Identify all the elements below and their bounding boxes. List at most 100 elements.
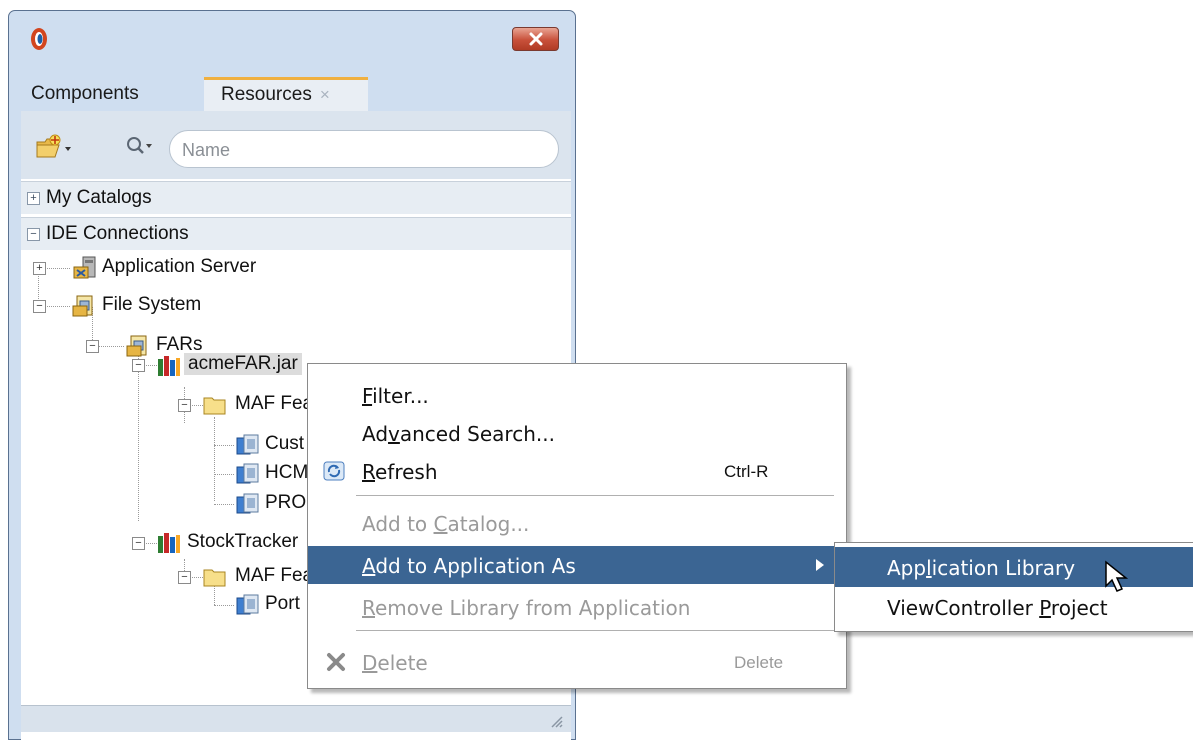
tree-connector bbox=[144, 543, 157, 544]
tab-resources[interactable]: Resources × bbox=[204, 77, 368, 111]
tree-connector bbox=[144, 365, 157, 366]
mnemonic: R bbox=[362, 596, 375, 620]
tree-item-acmefar-jar[interactable]: acmeFAR.jar bbox=[184, 353, 302, 375]
mnemonic: F bbox=[362, 384, 373, 408]
tree-connector bbox=[98, 346, 124, 347]
tree-connector bbox=[214, 417, 215, 501]
tree-connector bbox=[138, 347, 139, 521]
menu-item-add-to-catalog: Add to Catalog... bbox=[308, 504, 846, 542]
menu-label: efresh bbox=[375, 460, 438, 484]
mnemonic: A bbox=[362, 554, 376, 578]
menu-label: Ad bbox=[362, 422, 389, 446]
tree-connector bbox=[44, 306, 70, 307]
panel-tabs: Components Resources × bbox=[21, 77, 569, 111]
tree-connector bbox=[190, 577, 203, 578]
tree-expand-icon[interactable]: + bbox=[33, 262, 46, 275]
tab-components-label: Components bbox=[31, 83, 139, 104]
menu-item-advanced-search[interactable]: Advanced Search... bbox=[308, 414, 846, 452]
toolbar: Name bbox=[21, 111, 571, 179]
folder-icon bbox=[203, 397, 226, 415]
close-icon bbox=[529, 32, 542, 46]
feature-file-icon bbox=[236, 463, 259, 484]
search-input[interactable]: Name bbox=[169, 130, 559, 168]
menu-label: ication Library bbox=[931, 556, 1076, 580]
tree-item-maf-features-2[interactable]: MAF Fea bbox=[235, 565, 313, 587]
mouse-cursor-icon bbox=[1105, 560, 1129, 592]
submenu-item-application-library[interactable]: Application Library bbox=[835, 547, 1193, 587]
close-window-button[interactable] bbox=[512, 27, 559, 51]
feature-file-icon bbox=[236, 493, 259, 514]
mnemonic: R bbox=[362, 460, 375, 484]
menu-label: ViewController bbox=[887, 596, 1040, 620]
menu-label: roject bbox=[1050, 596, 1108, 620]
new-connection-icon[interactable] bbox=[35, 133, 75, 161]
folder-icon bbox=[203, 569, 226, 587]
menu-label: Add to bbox=[362, 512, 434, 536]
submenu-item-viewcontroller-project[interactable]: ViewController Project bbox=[835, 587, 1193, 627]
section-my-catalogs[interactable]: + My Catalogs bbox=[21, 181, 571, 214]
submenu-add-to-application: Application Library ViewController Proje… bbox=[834, 542, 1193, 632]
menu-separator bbox=[356, 630, 834, 631]
mnemonic: C bbox=[433, 512, 448, 536]
menu-label: emove Library from Application bbox=[375, 596, 691, 620]
tree-item-cust[interactable]: Cust bbox=[265, 433, 304, 455]
mnemonic: P bbox=[1039, 596, 1051, 620]
tree-collapse-icon[interactable]: − bbox=[132, 537, 145, 550]
search-placeholder: Name bbox=[182, 140, 231, 160]
menu-item-delete: Delete Delete bbox=[308, 643, 846, 681]
tree-item-hcm[interactable]: HCM bbox=[265, 462, 308, 484]
tree-connector bbox=[214, 605, 234, 606]
resize-grip-icon[interactable] bbox=[547, 712, 563, 728]
context-menu: Filter... Advanced Search... Refresh Ctr… bbox=[307, 363, 847, 689]
tree-connector bbox=[214, 504, 234, 505]
tree-connector bbox=[214, 445, 234, 446]
tab-close-icon[interactable]: × bbox=[320, 85, 330, 104]
tree-connector bbox=[44, 268, 70, 269]
tree-collapse-icon[interactable]: − bbox=[132, 359, 145, 372]
section-ide-connections[interactable]: − IDE Connections bbox=[21, 217, 571, 250]
shortcut-label: Delete bbox=[734, 653, 784, 672]
jdeveloper-logo-icon bbox=[31, 28, 47, 50]
menu-item-add-to-application-as[interactable]: Add to Application As bbox=[308, 546, 846, 584]
refresh-icon bbox=[323, 461, 345, 481]
tab-components[interactable]: Components bbox=[31, 77, 139, 111]
library-jar-icon bbox=[158, 356, 180, 376]
tree-collapse-icon[interactable]: − bbox=[178, 571, 191, 584]
tree-collapse-icon[interactable]: − bbox=[33, 300, 46, 313]
menu-label: elete bbox=[377, 651, 428, 675]
section-label: IDE Connections bbox=[46, 223, 189, 244]
menu-label: ilter... bbox=[372, 384, 429, 408]
feature-file-icon bbox=[236, 434, 259, 455]
menu-label: anced Search... bbox=[399, 422, 555, 446]
folder-connection-icon bbox=[126, 335, 147, 357]
collapse-icon[interactable]: − bbox=[27, 228, 40, 241]
search-options-icon[interactable] bbox=[125, 135, 167, 159]
tree-item-file-system[interactable]: File System bbox=[102, 294, 201, 316]
tab-resources-label: Resources bbox=[221, 84, 312, 105]
tree-item-application-server[interactable]: Application Server bbox=[102, 256, 256, 278]
menu-item-refresh[interactable]: Refresh Ctrl-R bbox=[308, 452, 846, 490]
tree-collapse-icon[interactable]: − bbox=[178, 399, 191, 412]
library-jar-icon bbox=[158, 533, 180, 553]
submenu-arrow-icon bbox=[816, 559, 824, 571]
delete-icon bbox=[327, 653, 345, 671]
tree-connector bbox=[190, 405, 203, 406]
mnemonic: D bbox=[362, 651, 378, 675]
tree-item-stocktracker[interactable]: StockTracker bbox=[187, 531, 298, 553]
menu-item-remove-library: Remove Library from Application bbox=[308, 588, 846, 626]
menu-label: App bbox=[887, 556, 927, 580]
tree-item-port[interactable]: Port bbox=[265, 593, 300, 615]
tree-item-maf-features[interactable]: MAF Fea bbox=[235, 393, 313, 415]
menu-item-filter[interactable]: Filter... bbox=[308, 376, 846, 414]
menu-label: atalog... bbox=[447, 512, 530, 536]
tree-collapse-icon[interactable]: − bbox=[86, 340, 99, 353]
feature-file-icon bbox=[236, 594, 259, 615]
server-connection-icon bbox=[73, 256, 96, 279]
file-system-icon bbox=[72, 295, 93, 317]
expand-icon[interactable]: + bbox=[27, 192, 40, 205]
menu-separator bbox=[356, 495, 834, 496]
tree-item-pro[interactable]: PRO bbox=[265, 492, 306, 514]
mnemonic: v bbox=[388, 422, 400, 446]
menu-label: dd to Application As bbox=[375, 554, 576, 578]
shortcut-label: Ctrl-R bbox=[724, 462, 769, 481]
